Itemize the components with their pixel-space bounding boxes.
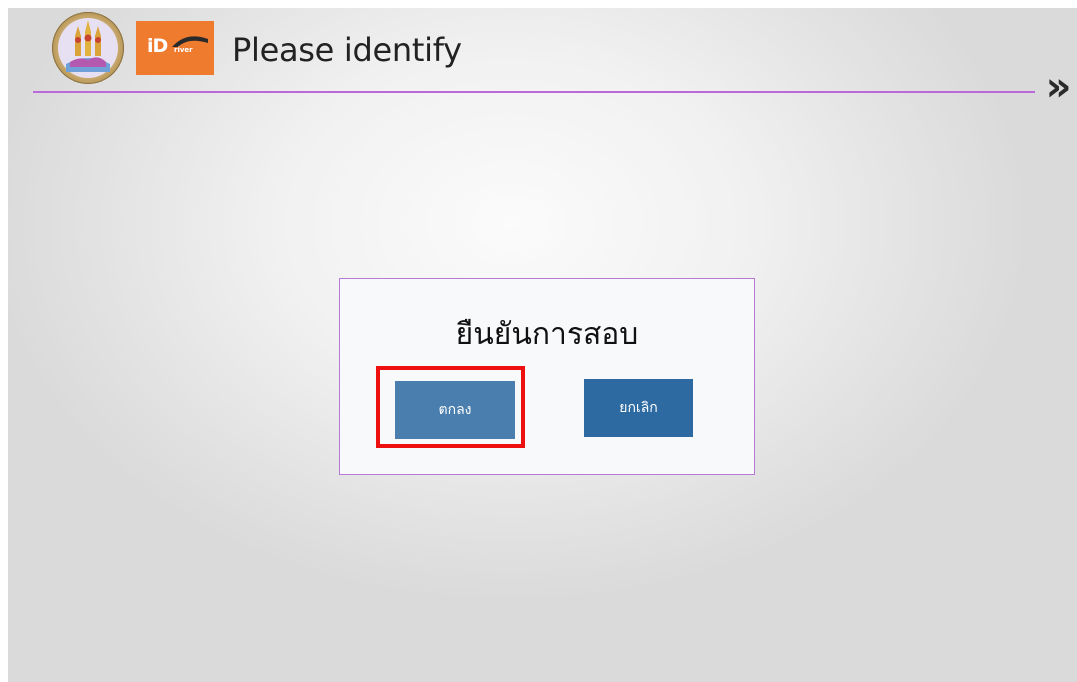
confirm-exam-dialog: ยืนยันการสอบ ตกลง ยกเลิก [339, 278, 755, 475]
next-chevron-button[interactable]: » [1040, 66, 1077, 108]
ok-button-label: ตกลง [438, 402, 472, 418]
cancel-button-label: ยกเลิก [619, 400, 658, 416]
header-divider [33, 91, 1035, 93]
logo-text-driver: river [174, 46, 193, 54]
dialog-title: ยืนยันการสอบ [455, 317, 639, 352]
header-bar: iD river Please identify » [8, 8, 1077, 107]
cancel-button[interactable]: ยกเลิก [584, 379, 693, 437]
idriver-logo-icon: iD river [136, 21, 214, 75]
app-screen: iD river Please identify » ยืนยันการสอบ … [8, 8, 1077, 682]
ok-button[interactable]: ตกลง [395, 381, 515, 439]
page-title: Please identify [232, 31, 462, 69]
logo-text-id: iD [147, 35, 168, 57]
department-seal-icon [52, 12, 124, 84]
